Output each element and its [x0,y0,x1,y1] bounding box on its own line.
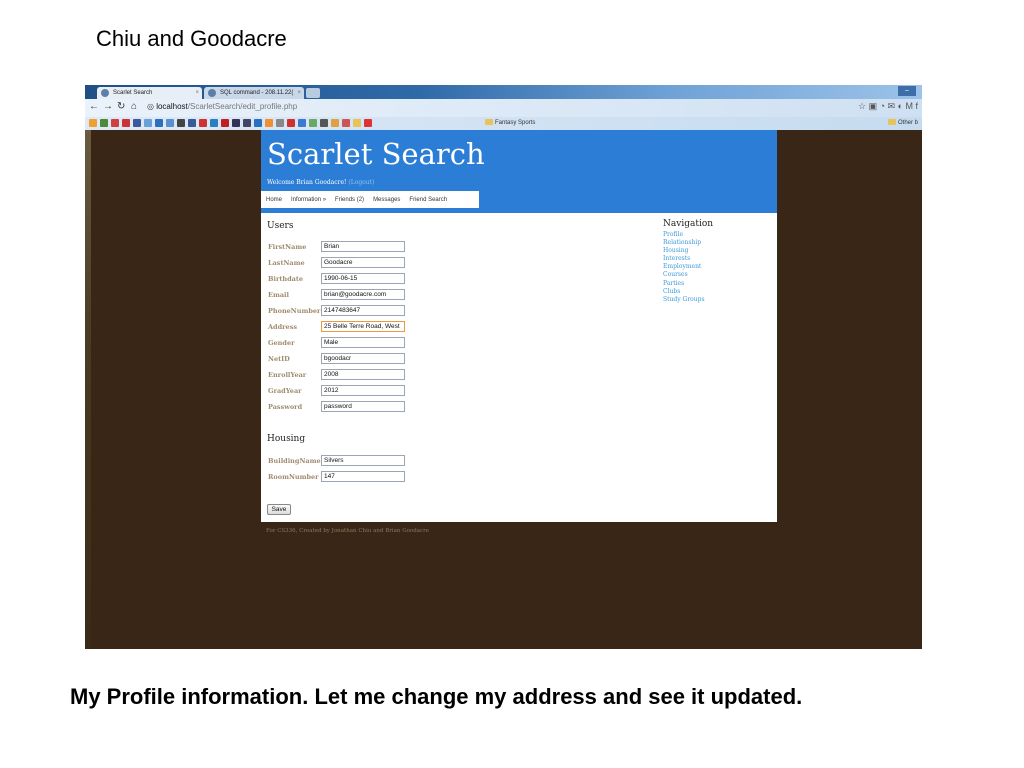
phonenumber-field[interactable]: 2147483647 [321,305,405,316]
nav-link-clubs[interactable]: Clubs [663,288,705,296]
url-field[interactable]: ◎ localhost/ScarletSearch/edit_profile.p… [147,102,297,111]
welcome-label: Welcome Brian Goodacre! [267,179,347,186]
new-tab-button[interactable] [306,88,320,98]
menu-friends[interactable]: Friends (2) [335,197,364,203]
site-header: Scarlet Search Welcome Brian Goodacre! (… [261,130,777,213]
slide: Chiu and Goodacre Scarlet Search × SQL c… [0,0,1024,768]
forward-icon[interactable]: → [103,101,113,112]
phonenumber-label: PhoneNumber [268,307,321,315]
welcome-text: Welcome Brian Goodacre! (Logout) [267,179,374,186]
navigation-heading: Navigation [663,219,714,229]
save-button[interactable]: Save [267,504,291,515]
email-label: Email [268,291,289,299]
nav-link-study-groups[interactable]: Study Groups [663,296,705,304]
nav-link-employment[interactable]: Employment [663,263,705,271]
url-host: localhost [156,102,188,111]
address-label: Address [268,323,298,331]
nav-link-housing[interactable]: Housing [663,247,705,255]
firstname-label: FirstName [268,243,307,251]
other-bookmarks[interactable]: Other b [887,119,918,126]
gender-label: Gender [268,339,295,347]
back-icon[interactable]: ← [89,101,99,112]
housing-heading: Housing [267,434,306,444]
lastname-label: LastName [268,259,305,267]
url-path: /ScarletSearch/edit_profile.php [187,102,298,111]
birthdate-field[interactable]: 1990-06-15 [321,273,405,284]
bookmarks-bar: Fantasy Sports Other b [85,117,922,130]
nav-link-relationship[interactable]: Relationship [663,239,705,247]
lastname-field[interactable]: Goodacre [321,257,405,268]
menu-messages[interactable]: Messages [373,197,400,203]
page-icon [208,89,216,97]
logout-link[interactable]: (Logout) [348,179,374,186]
email-field[interactable]: brian@goodacre.com [321,289,405,300]
address-bar: ← → ↻ ⌂ ◎ localhost/ScarletSearch/edit_p… [85,99,922,117]
buildingname-field[interactable]: Silvers [321,455,405,466]
slide-caption: My Profile information. Let me change my… [70,684,803,709]
bookmark-folder-fantasy-sports[interactable]: Fantasy Sports [485,119,535,126]
home-icon[interactable]: ⌂ [131,101,137,112]
password-label: Password [268,403,303,411]
web-page: Scarlet Search Welcome Brian Goodacre! (… [261,130,777,522]
tab-label: SQL command - 208.11.22( [220,90,294,96]
netid-field[interactable]: bgoodacr [321,353,405,364]
address-field[interactable]: 25 Belle Terre Road, West [321,321,405,332]
main-menu: Home Information » Friends (2) Messages … [261,191,479,208]
bookmark-folder-label: Fantasy Sports [495,120,536,126]
menu-home[interactable]: Home [266,197,282,203]
enrollyear-field[interactable]: 2008 [321,369,405,380]
minimize-button[interactable]: – [898,86,916,96]
navigation-panel: Navigation Profile Relationship Housing … [659,215,777,323]
nav-link-profile[interactable]: Profile [663,231,705,239]
netid-label: NetID [268,355,290,363]
tab-scarlet-search[interactable]: Scarlet Search × [97,87,202,99]
folder-icon [887,119,896,125]
nav-link-interests[interactable]: Interests [663,255,705,263]
nav-link-courses[interactable]: Courses [663,271,705,279]
other-bookmarks-label: Other b [897,120,918,126]
folder-icon [485,119,493,125]
gender-field[interactable]: Male [321,337,405,348]
navigation-links: Profile Relationship Housing Interests E… [663,231,705,304]
browser-screenshot: Scarlet Search × SQL command - 208.11.22… [85,85,922,649]
enrollyear-label: EnrollYear [268,371,307,379]
slide-title: Chiu and Goodacre [96,26,287,51]
tab-close-icon[interactable]: × [297,87,301,99]
left-strip [85,130,91,649]
buildingname-label: BuildingName [268,457,321,465]
gradyear-field[interactable]: 2012 [321,385,405,396]
users-heading: Users [267,221,294,231]
menu-information[interactable]: Information » [291,197,326,203]
birthdate-label: Birthdate [268,275,304,283]
bookmark-icons[interactable] [89,119,372,127]
roomnumber-label: RoomNumber [268,473,319,481]
password-field[interactable]: password [321,401,405,412]
firstname-field[interactable]: Brian [321,241,405,252]
tab-bar: Scarlet Search × SQL command - 208.11.22… [85,85,922,99]
menu-friend-search[interactable]: Friend Search [409,197,447,203]
tab-close-icon[interactable]: × [195,87,199,99]
site-title: Scarlet Search [267,137,485,171]
tab-label: Scarlet Search [113,90,153,96]
reload-icon[interactable]: ↻ [117,101,125,112]
gradyear-label: GradYear [268,387,302,395]
nav-link-parties[interactable]: Parties [663,280,705,288]
page-footer: For CS336, Created by Jonathan Chiu and … [266,528,429,534]
tab-sql-command[interactable]: SQL command - 208.11.22( × [204,87,304,99]
roomnumber-field[interactable]: 147 [321,471,405,482]
extension-icons[interactable]: ☆ ▣ ◔ ✉ ◐ M f [858,101,918,112]
page-icon [101,89,109,97]
